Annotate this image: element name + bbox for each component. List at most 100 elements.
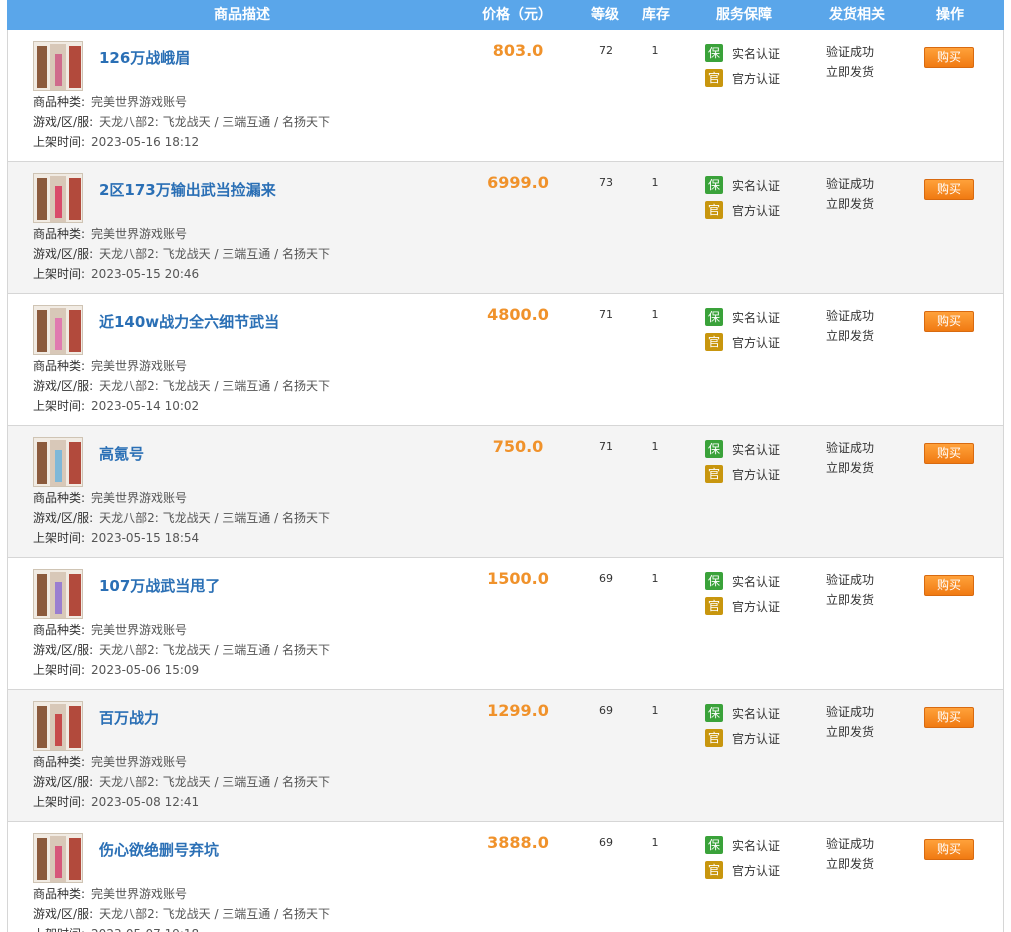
- official-badge-icon: 官: [705, 201, 723, 219]
- product-thumbnail[interactable]: [33, 569, 83, 619]
- category-value: 完美世界游戏账号: [91, 95, 188, 109]
- level-value: 71: [599, 440, 613, 453]
- shipping-instant: 立即发货: [826, 593, 875, 607]
- service-real-name: 保实名认证: [705, 44, 780, 62]
- stock-value: 1: [651, 44, 659, 57]
- shipping-instant: 立即发货: [826, 329, 875, 343]
- stock-value: 1: [651, 572, 659, 585]
- real-name-label: 实名认证: [732, 310, 781, 325]
- shipping-verified: 验证成功: [826, 837, 875, 851]
- guarantee-badge-icon: 保: [705, 308, 723, 326]
- product-row: 近140w战力全六细节武当 商品种类: 完美世界游戏账号 游戏/区/服: 天龙八部2…: [7, 294, 1004, 426]
- official-label: 官方认证: [732, 599, 781, 614]
- shipping-verified: 验证成功: [826, 309, 875, 323]
- buy-button[interactable]: 购买: [924, 707, 974, 728]
- header-service: 服务保障: [716, 7, 772, 23]
- category-line: 商品种类: 完美世界游戏账号: [33, 93, 187, 110]
- service-real-name: 保实名认证: [705, 572, 780, 590]
- product-title-link[interactable]: 高氪号: [99, 443, 144, 464]
- shipping-instant: 立即发货: [826, 461, 875, 475]
- buy-button[interactable]: 购买: [924, 575, 974, 596]
- level-value: 72: [599, 44, 613, 57]
- listed-value: 2023-05-15 20:46: [91, 267, 200, 281]
- category-line: 商品种类: 完美世界游戏账号: [33, 885, 187, 902]
- buy-button[interactable]: 购买: [924, 443, 974, 464]
- buy-button[interactable]: 购买: [924, 839, 974, 860]
- server-line: 游戏/区/服: 天龙八部2: 飞龙战天 / 三端互通 / 名扬天下: [33, 773, 330, 790]
- listed-value: 2023-05-06 15:09: [91, 663, 200, 677]
- server-line: 游戏/区/服: 天龙八部2: 飞龙战天 / 三端互通 / 名扬天下: [33, 509, 330, 526]
- server-line: 游戏/区/服: 天龙八部2: 飞龙战天 / 三端互通 / 名扬天下: [33, 113, 330, 130]
- server-line: 游戏/区/服: 天龙八部2: 飞龙战天 / 三端互通 / 名扬天下: [33, 905, 330, 922]
- real-name-label: 实名认证: [732, 574, 781, 589]
- product-row: 107万战武当甩了 商品种类: 完美世界游戏账号 游戏/区/服: 天龙八部2: 飞龙…: [7, 558, 1004, 690]
- shipping-verified: 验证成功: [826, 573, 875, 587]
- category-label: 商品种类:: [33, 623, 86, 637]
- price-value: 1500.0: [487, 569, 549, 588]
- buy-button[interactable]: 购买: [924, 311, 974, 332]
- listed-value: 2023-05-14 10:02: [91, 399, 200, 413]
- product-thumbnail[interactable]: [33, 41, 83, 91]
- product-title-link[interactable]: 107万战武当甩了: [99, 575, 220, 596]
- product-thumbnail[interactable]: [33, 305, 83, 355]
- guarantee-badge-icon: 保: [705, 44, 723, 62]
- listed-line: 上架时间: 2023-05-15 18:54: [33, 529, 199, 546]
- product-thumbnail[interactable]: [33, 173, 83, 223]
- listed-line: 上架时间: 2023-05-15 20:46: [33, 265, 199, 282]
- stock-value: 1: [651, 836, 659, 849]
- real-name-label: 实名认证: [732, 442, 781, 457]
- server-value: 天龙八部2: 飞龙战天 / 三端互通 / 名扬天下: [99, 907, 330, 921]
- category-value: 完美世界游戏账号: [91, 755, 188, 769]
- product-title-link[interactable]: 近140w战力全六细节武当: [99, 311, 279, 332]
- real-name-label: 实名认证: [732, 46, 781, 61]
- listed-label: 上架时间:: [33, 795, 86, 809]
- stock-value: 1: [651, 308, 659, 321]
- product-thumbnail[interactable]: [33, 437, 83, 487]
- price-value: 803.0: [492, 41, 544, 60]
- guarantee-badge-icon: 保: [705, 836, 723, 854]
- header-price: 价格（元）: [482, 7, 552, 23]
- official-badge-icon: 官: [705, 333, 723, 351]
- category-line: 商品种类: 完美世界游戏账号: [33, 357, 187, 374]
- product-row: 百万战力 商品种类: 完美世界游戏账号 游戏/区/服: 天龙八部2: 飞龙战天 / …: [7, 690, 1004, 822]
- listed-label: 上架时间:: [33, 267, 86, 281]
- server-value: 天龙八部2: 飞龙战天 / 三端互通 / 名扬天下: [99, 643, 330, 657]
- server-value: 天龙八部2: 飞龙战天 / 三端互通 / 名扬天下: [99, 115, 330, 129]
- product-thumbnail[interactable]: [33, 701, 83, 751]
- listed-label: 上架时间:: [33, 927, 85, 932]
- official-label: 官方认证: [732, 203, 781, 218]
- shipping-verified: 验证成功: [826, 705, 875, 719]
- product-row: 126万战峨眉 商品种类: 完美世界游戏账号 游戏/区/服: 天龙八部2: 飞龙战天…: [7, 30, 1004, 162]
- shipping-verified: 验证成功: [826, 45, 875, 59]
- server-line: 游戏/区/服: 天龙八部2: 飞龙战天 / 三端互通 / 名扬天下: [33, 641, 330, 658]
- service-real-name: 保实名认证: [705, 308, 780, 326]
- server-label: 游戏/区/服:: [33, 643, 94, 657]
- listed-label: 上架时间:: [33, 135, 86, 149]
- category-value: 完美世界游戏账号: [91, 887, 188, 901]
- level-value: 69: [599, 836, 613, 849]
- guarantee-badge-icon: 保: [705, 176, 723, 194]
- real-name-label: 实名认证: [732, 838, 781, 853]
- buy-button[interactable]: 购买: [924, 179, 974, 200]
- category-value: 完美世界游戏账号: [91, 623, 188, 637]
- product-title-link[interactable]: 126万战峨眉: [99, 47, 190, 68]
- stock-value: 1: [651, 176, 659, 189]
- server-value: 天龙八部2: 飞龙战天 / 三端互通 / 名扬天下: [99, 511, 330, 525]
- official-badge-icon: 官: [705, 729, 723, 747]
- service-real-name: 保实名认证: [705, 176, 780, 194]
- buy-button[interactable]: 购买: [924, 47, 974, 68]
- service-official: 官官方认证: [705, 729, 780, 747]
- listed-value: 2023-05-07 19:18: [91, 927, 199, 932]
- guarantee-badge-icon: 保: [705, 704, 723, 722]
- official-badge-icon: 官: [705, 861, 723, 879]
- category-value: 完美世界游戏账号: [91, 359, 188, 373]
- shipping-instant: 立即发货: [826, 857, 875, 871]
- server-line: 游戏/区/服: 天龙八部2: 飞龙战天 / 三端互通 / 名扬天下: [33, 245, 330, 262]
- product-title-link[interactable]: 2区173万输出武当捡漏来: [99, 179, 276, 200]
- service-real-name: 保实名认证: [705, 836, 780, 854]
- official-label: 官方认证: [732, 731, 781, 746]
- product-thumbnail[interactable]: [33, 833, 83, 883]
- guarantee-badge-icon: 保: [705, 440, 723, 458]
- product-title-link[interactable]: 伤心欲绝删号弃坑: [99, 839, 219, 860]
- product-title-link[interactable]: 百万战力: [99, 707, 159, 728]
